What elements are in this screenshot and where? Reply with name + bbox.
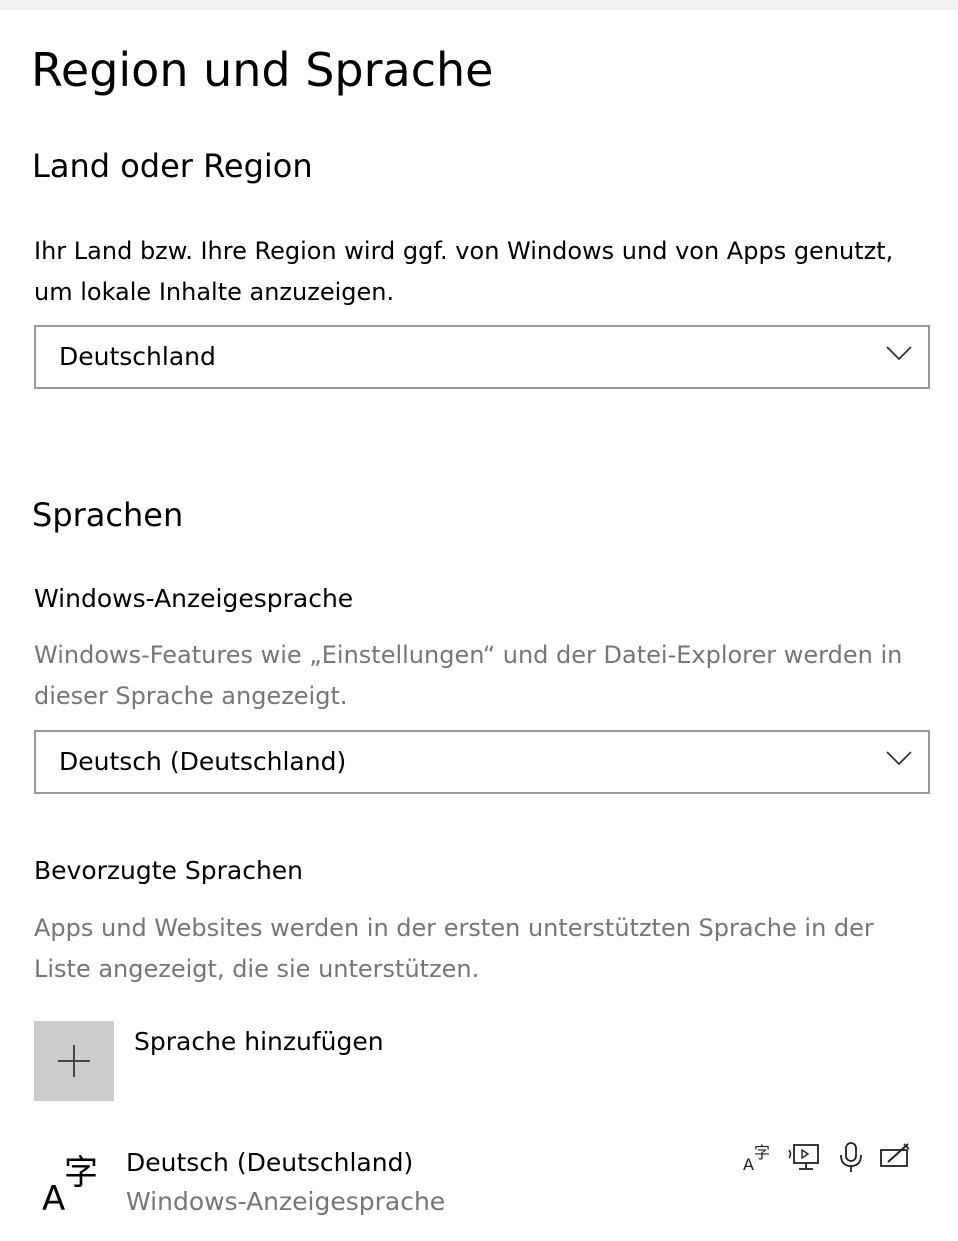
languages-heading: Sprachen (32, 496, 184, 534)
page-title: Region und Sprache (31, 43, 494, 97)
chevron-down-icon (886, 346, 912, 361)
chevron-down-icon (886, 751, 912, 766)
plus-icon (58, 1045, 90, 1077)
preferred-languages-description: Apps und Websites werden in der ersten u… (34, 914, 874, 983)
speech-recognition-icon (840, 1142, 862, 1172)
handwriting-icon (880, 1143, 910, 1167)
text-to-speech-icon (788, 1144, 819, 1170)
svg-text:A: A (42, 1179, 65, 1214)
add-language-label[interactable]: Sprache hinzufügen (134, 1024, 384, 1060)
language-subtitle: Windows-Anzeigesprache (126, 1187, 446, 1216)
display-language-description: Windows-Features wie „Einstellungen“ und… (34, 641, 903, 710)
svg-text:字: 字 (64, 1153, 98, 1193)
preferred-languages-heading: Bevorzugte Sprachen (34, 856, 304, 885)
country-region-selected: Deutschland (59, 342, 216, 371)
region-heading: Land oder Region (32, 147, 313, 185)
top-strip (0, 0, 958, 10)
language-icon: A 字 (42, 1153, 98, 1214)
country-region-dropdown[interactable]: Deutschland (34, 325, 930, 389)
display-language-dropdown[interactable]: Deutsch (Deutschland) (34, 730, 930, 794)
add-language-button[interactable] (34, 1021, 114, 1101)
display-language-icon: A 字 (743, 1143, 770, 1174)
language-name: Deutsch (Deutschland) (126, 1148, 414, 1177)
svg-text:字: 字 (754, 1143, 770, 1162)
region-description: Ihr Land bzw. Ihre Region wird ggf. von … (34, 237, 894, 306)
display-language-selected: Deutsch (Deutschland) (59, 747, 347, 776)
display-language-heading: Windows-Anzeigesprache (34, 584, 354, 613)
svg-text:A: A (743, 1155, 754, 1174)
